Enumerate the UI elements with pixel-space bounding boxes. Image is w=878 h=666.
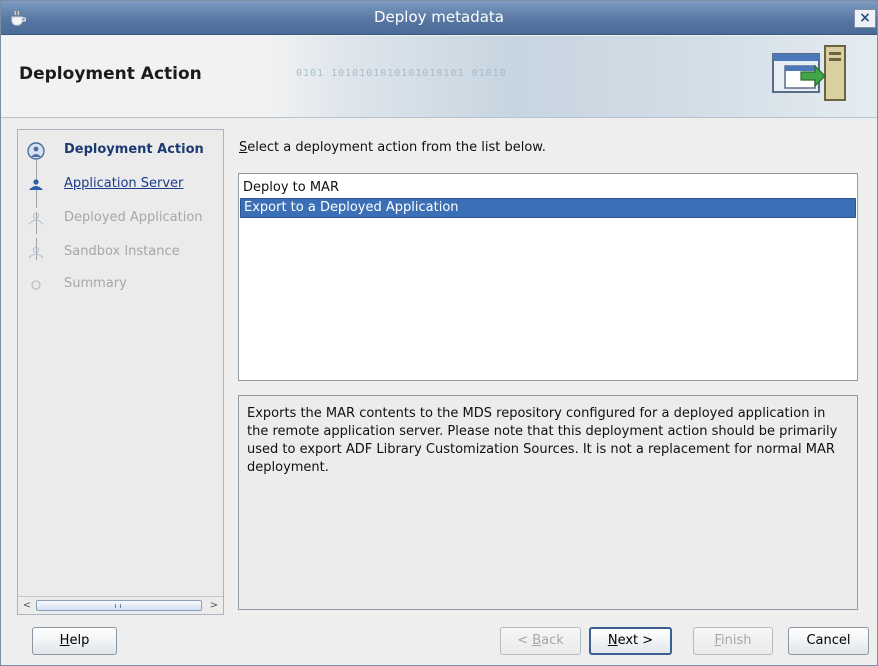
title-bar: Deploy metadata × xyxy=(1,1,877,35)
scroll-right-arrow[interactable]: > xyxy=(206,598,222,613)
mnemonic-char: N xyxy=(607,633,618,648)
action-description: Exports the MAR contents to the MDS repo… xyxy=(238,395,858,610)
current-step-icon xyxy=(27,142,45,160)
disabled-step-icon xyxy=(28,212,44,225)
scroll-thumb[interactable] xyxy=(36,600,202,611)
disabled-step-icon xyxy=(28,246,44,259)
deployment-action-list[interactable]: Deploy to MAR Export to a Deployed Appli… xyxy=(238,173,858,381)
button-label: ack xyxy=(541,633,564,648)
scroll-grip-icon xyxy=(115,604,121,608)
wizard-steps-nav: Deployment Action Application Server Dep… xyxy=(17,129,224,615)
nav-horizontal-scrollbar[interactable]: < > xyxy=(18,596,223,614)
list-item-export-to-deployed-application[interactable]: Export to a Deployed Application xyxy=(240,198,856,218)
finish-button[interactable]: Finish xyxy=(693,627,773,655)
nav-step-label: Application Server xyxy=(64,176,184,191)
list-item-deploy-to-mar[interactable]: Deploy to MAR xyxy=(240,178,856,198)
mnemonic-char: B xyxy=(532,633,542,648)
page-title: Deployment Action xyxy=(19,64,202,84)
deploy-metadata-dialog: Deploy metadata × 0101 10101010101010101… xyxy=(0,0,878,666)
cancel-button[interactable]: Cancel xyxy=(788,627,869,655)
final-step-icon xyxy=(31,280,41,290)
button-label: ext > xyxy=(617,633,654,648)
nav-step-label: Sandbox Instance xyxy=(64,244,180,259)
banner-binary-text: 0101 1010101010101010101 01010 xyxy=(296,68,507,79)
button-label-prefix: < xyxy=(517,633,533,648)
wizard-header: 0101 1010101010101010101 01010 Deploymen… xyxy=(1,36,877,118)
active-step-icon xyxy=(29,179,43,190)
window-title: Deploy metadata xyxy=(374,8,504,26)
help-button[interactable]: Help xyxy=(32,627,117,655)
close-button[interactable]: × xyxy=(854,9,876,28)
instruction-rest: elect a deployment action from the list … xyxy=(247,140,546,155)
mnemonic-char: H xyxy=(59,633,70,648)
button-label: elp xyxy=(69,633,90,648)
nav-step-label: Deployed Application xyxy=(64,210,203,225)
instruction-text: Select a deployment action from the list… xyxy=(239,140,546,155)
nav-step-summary: Summary xyxy=(18,272,223,298)
nav-step-deployed-application: Deployed Application xyxy=(18,206,223,232)
scroll-left-arrow[interactable]: < xyxy=(19,598,35,613)
wizard-deploy-icon xyxy=(772,45,846,101)
nav-step-deployment-action[interactable]: Deployment Action xyxy=(18,138,223,164)
next-button[interactable]: Next > xyxy=(589,627,672,655)
nav-step-label: Deployment Action xyxy=(64,142,204,157)
button-label: inish xyxy=(721,633,752,648)
nav-step-application-server[interactable]: Application Server xyxy=(18,172,223,198)
nav-step-label: Summary xyxy=(64,276,127,291)
nav-step-sandbox-instance: Sandbox Instance xyxy=(18,240,223,266)
back-button[interactable]: < Back xyxy=(500,627,581,655)
